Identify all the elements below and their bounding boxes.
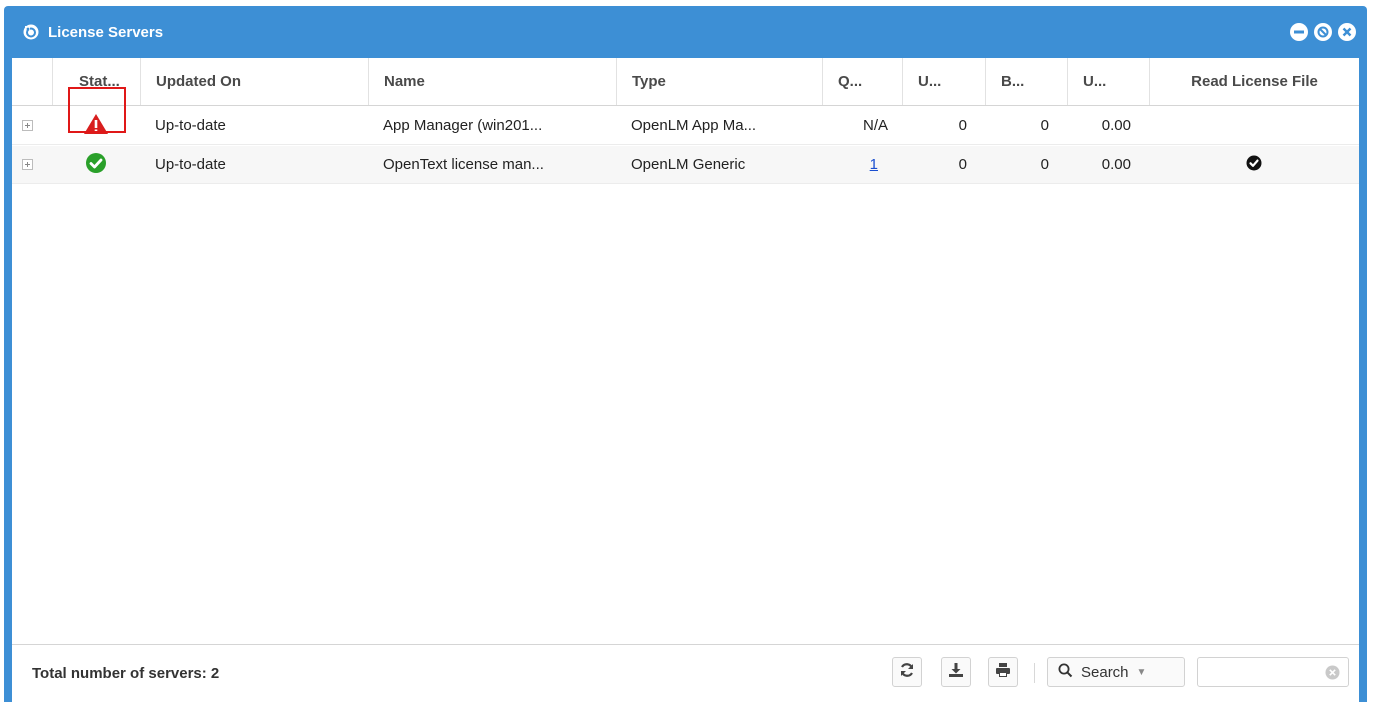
warning-icon	[83, 113, 109, 139]
read-license-file-cell	[1149, 146, 1359, 183]
search-field[interactable]	[1197, 657, 1349, 687]
search-input[interactable]	[1204, 659, 1324, 685]
column-header-label: U...	[918, 73, 942, 90]
column-header-label: Q...	[838, 73, 863, 90]
search-filter-button[interactable]: Search ▼	[1047, 657, 1185, 687]
status-cell	[52, 146, 140, 183]
print-icon	[995, 662, 1011, 683]
grid-footer: Total number of servers: 2 Search ▼	[12, 644, 1359, 702]
read-license-file-cell	[1149, 107, 1359, 144]
expand-row-icon[interactable]	[22, 120, 33, 131]
table-row[interactable]: Up-to-date OpenText license man... OpenL…	[12, 146, 1359, 184]
chevron-down-icon: ▼	[1136, 666, 1147, 678]
search-icon	[1058, 663, 1073, 682]
expander-column-header	[12, 58, 52, 105]
table-row[interactable]: Up-to-date App Manager (win201... OpenLM…	[12, 107, 1359, 145]
expand-row-icon[interactable]	[22, 159, 33, 170]
minimize-icon[interactable]	[1289, 22, 1309, 42]
column-header-label: Read License File	[1191, 73, 1318, 90]
b-cell: 0	[1040, 156, 1049, 173]
grid-header: Stat... Updated On Name Type Q... U... B…	[12, 58, 1359, 106]
check-icon	[1246, 155, 1262, 175]
column-header-b[interactable]: B...	[985, 58, 1067, 105]
restore-icon[interactable]	[1313, 22, 1333, 42]
type-cell: OpenLM App Ma...	[631, 117, 757, 134]
name-cell: App Manager (win201...	[383, 117, 543, 134]
updated-on-cell: Up-to-date	[155, 156, 226, 173]
grid-panel: Stat... Updated On Name Type Q... U... B…	[12, 58, 1359, 702]
b-cell: 0	[1040, 117, 1049, 134]
clear-search-icon[interactable]	[1325, 665, 1340, 680]
refresh-circle-icon	[22, 23, 40, 41]
column-header-label: B...	[1001, 73, 1025, 90]
check-circle-icon	[85, 152, 107, 178]
type-cell: OpenLM Generic	[631, 156, 746, 173]
u2-cell: 0.00	[1101, 117, 1131, 134]
u1-cell: 0	[958, 156, 967, 173]
column-header-label: Updated On	[156, 73, 241, 90]
column-header-updated-on[interactable]: Updated On	[140, 58, 368, 105]
status-cell	[52, 107, 140, 144]
updated-on-cell: Up-to-date	[155, 117, 226, 134]
q-link[interactable]: 1	[870, 156, 878, 173]
column-header-status[interactable]: Stat...	[52, 58, 140, 105]
license-servers-window: License Servers Stat... Updated On Name …	[4, 6, 1367, 702]
q-cell: N/A	[862, 117, 888, 134]
export-button[interactable]	[941, 657, 971, 687]
toolbar-divider	[1034, 663, 1035, 683]
download-icon	[948, 662, 964, 683]
column-header-q[interactable]: Q...	[822, 58, 902, 105]
column-header-read-license-file[interactable]: Read License File	[1149, 58, 1359, 105]
column-header-label: Name	[384, 73, 425, 90]
column-header-name[interactable]: Name	[368, 58, 616, 105]
print-button[interactable]	[988, 657, 1018, 687]
column-header-label: Type	[632, 73, 666, 90]
u2-cell: 0.00	[1101, 156, 1131, 173]
refresh-icon	[899, 662, 915, 683]
column-header-u1[interactable]: U...	[902, 58, 985, 105]
window-title: License Servers	[48, 23, 164, 41]
close-icon[interactable]	[1337, 22, 1357, 42]
window-titlebar[interactable]: License Servers	[4, 6, 1367, 58]
column-header-label: Stat...	[79, 73, 120, 90]
name-cell: OpenText license man...	[383, 156, 544, 173]
total-servers-label: Total number of servers: 2	[32, 665, 220, 682]
column-header-type[interactable]: Type	[616, 58, 822, 105]
refresh-button[interactable]	[892, 657, 922, 687]
column-header-label: U...	[1083, 73, 1107, 90]
search-filter-label: Search	[1081, 663, 1129, 681]
column-header-u2[interactable]: U...	[1067, 58, 1149, 105]
u1-cell: 0	[958, 117, 967, 134]
